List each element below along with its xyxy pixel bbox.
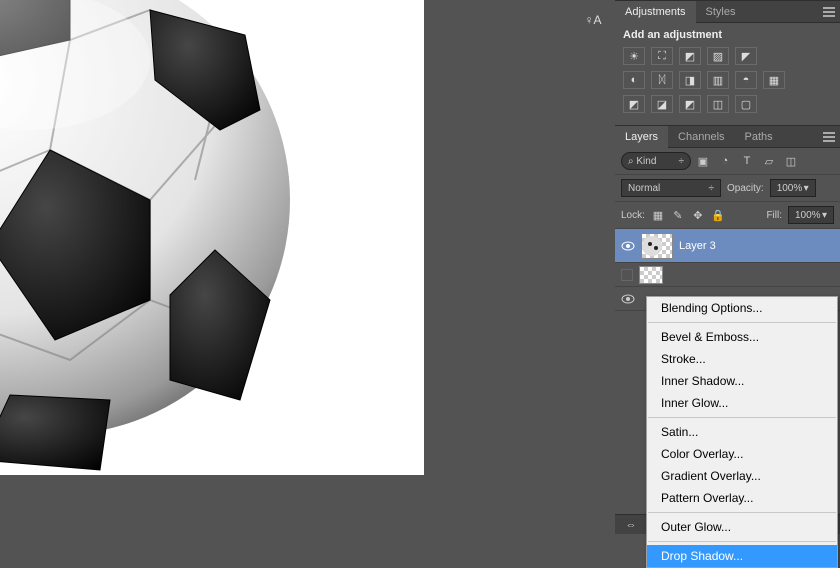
- layer-row[interactable]: [615, 263, 840, 287]
- layers-panel-menu-icon[interactable]: [818, 126, 840, 148]
- filter-shape-icon[interactable]: ▱: [761, 153, 777, 169]
- cm-inner-shadow[interactable]: Inner Shadow...: [647, 370, 837, 392]
- soccer-ball-artwork: [0, 0, 424, 475]
- lock-all-icon[interactable]: 🔒: [711, 208, 725, 222]
- document-canvas[interactable]: [0, 0, 424, 475]
- character-icon: ♀A: [584, 13, 601, 27]
- filter-pixel-icon[interactable]: ▣: [695, 153, 711, 169]
- tab-layers[interactable]: Layers: [615, 126, 668, 148]
- adj-gradient-map-icon[interactable]: ◫: [707, 95, 729, 113]
- adj-brightness-icon[interactable]: ☀: [623, 47, 645, 65]
- kind-dropdown-icon: ÷: [679, 156, 685, 167]
- cm-satin[interactable]: Satin...: [647, 421, 837, 443]
- cm-stroke[interactable]: Stroke...: [647, 348, 837, 370]
- opacity-label: Opacity:: [727, 183, 764, 194]
- adj-channel-mixer-icon[interactable]: ◓: [735, 71, 757, 89]
- tab-paths[interactable]: Paths: [735, 126, 783, 148]
- filter-adjustment-icon[interactable]: ◔: [717, 153, 733, 169]
- add-adjustment-label: Add an adjustment: [623, 29, 832, 41]
- layers-filter-row: ⌕ Kind ÷ ▣ ◔ T ▱ ◫: [615, 148, 840, 174]
- adjustments-row-1: ☀ ⛶ ◩ ▨ ◤: [623, 47, 832, 65]
- adjustments-row-2: ◐ ᛞ ◨ ▥ ◓ ▦: [623, 71, 832, 89]
- adj-hue-icon[interactable]: ◐: [623, 71, 645, 89]
- visibility-icon[interactable]: [621, 269, 633, 281]
- adj-curves-icon[interactable]: ◩: [679, 47, 701, 65]
- layer-thumbnail[interactable]: [639, 266, 663, 284]
- adj-threshold-icon[interactable]: ◩: [679, 95, 701, 113]
- cm-outer-glow[interactable]: Outer Glow...: [647, 516, 837, 538]
- layers-tabs: Layers Channels Paths: [615, 126, 840, 148]
- filter-type-icon[interactable]: T: [739, 153, 755, 169]
- lock-label: Lock:: [621, 210, 645, 221]
- adj-exposure-icon[interactable]: ▨: [707, 47, 729, 65]
- adj-bw-icon[interactable]: ◨: [679, 71, 701, 89]
- blend-dd-icon: ÷: [709, 183, 715, 194]
- separator: [648, 541, 836, 542]
- lock-transparent-icon[interactable]: ▦: [651, 208, 665, 222]
- layer-kind-icons: ▣ ◔ T ▱ ◫: [695, 153, 799, 169]
- cm-gradient-overlay[interactable]: Gradient Overlay...: [647, 465, 837, 487]
- adj-invert-icon[interactable]: ◩: [623, 95, 645, 113]
- layer-style-context-menu: Blending Options... Bevel & Emboss... St…: [646, 296, 838, 568]
- tab-adjustments[interactable]: Adjustments: [615, 1, 696, 23]
- adj-color-lookup-icon[interactable]: ▦: [763, 71, 785, 89]
- canvas-area: [0, 0, 430, 534]
- lock-position-icon[interactable]: ✥: [691, 208, 705, 222]
- fill-field[interactable]: 100%▾: [788, 206, 834, 224]
- character-panel-icon[interactable]: ♀A: [578, 0, 608, 40]
- adj-vibrance-icon[interactable]: ◤: [735, 47, 757, 65]
- chevron-down-icon: ▾: [822, 210, 827, 221]
- tab-styles[interactable]: Styles: [696, 1, 746, 23]
- chevron-down-icon: ▾: [804, 183, 809, 194]
- layers-panel: Layers Channels Paths ⌕ Kind ÷ ▣ ◔ T ▱ ◫…: [615, 125, 840, 311]
- adj-selective-color-icon[interactable]: ▢: [735, 95, 757, 113]
- opacity-value: 100%: [777, 183, 803, 194]
- cm-inner-glow[interactable]: Inner Glow...: [647, 392, 837, 414]
- layers-lock-row: Lock: ▦ ✎ ✥ 🔒 Fill: 100%▾: [615, 201, 840, 228]
- blend-mode-dropdown[interactable]: Normal ÷: [621, 179, 721, 197]
- separator: [648, 322, 836, 323]
- adjustments-body: Add an adjustment ☀ ⛶ ◩ ▨ ◤ ◐ ᛞ ◨ ▥ ◓ ▦ …: [615, 23, 840, 125]
- adjustments-panel: Adjustments Styles Add an adjustment ☀ ⛶…: [615, 0, 840, 125]
- cm-color-overlay[interactable]: Color Overlay...: [647, 443, 837, 465]
- visibility-icon[interactable]: [621, 292, 635, 306]
- layers-blend-row: Normal ÷ Opacity: 100%▾: [615, 174, 840, 201]
- link-layers-icon[interactable]: ⇔: [623, 517, 639, 533]
- fill-value: 100%: [795, 210, 821, 221]
- cm-drop-shadow[interactable]: Drop Shadow...: [647, 545, 837, 567]
- adj-photo-filter-icon[interactable]: ▥: [707, 71, 729, 89]
- adjustments-row-3: ◩ ◪ ◩ ◫ ▢: [623, 95, 832, 113]
- separator: [648, 512, 836, 513]
- layer-kind-filter[interactable]: ⌕ Kind ÷: [621, 152, 691, 170]
- adj-posterize-icon[interactable]: ◪: [651, 95, 673, 113]
- kind-label: ⌕ Kind: [628, 156, 656, 167]
- fill-label: Fill:: [766, 210, 782, 221]
- layer-row[interactable]: Layer 3: [615, 229, 840, 263]
- filter-smart-icon[interactable]: ◫: [783, 153, 799, 169]
- visibility-icon[interactable]: [621, 239, 635, 253]
- blend-mode-value: Normal: [628, 183, 660, 194]
- layer-name[interactable]: Layer 3: [679, 240, 716, 252]
- cm-pattern-overlay[interactable]: Pattern Overlay...: [647, 487, 837, 509]
- lock-pixels-icon[interactable]: ✎: [671, 208, 685, 222]
- adjustments-tabs: Adjustments Styles: [615, 1, 840, 23]
- cm-blending-options[interactable]: Blending Options...: [647, 297, 837, 319]
- layer-thumbnail[interactable]: [641, 233, 673, 259]
- separator: [648, 417, 836, 418]
- panel-menu-icon[interactable]: [818, 1, 840, 23]
- adj-balance-icon[interactable]: ᛞ: [651, 71, 673, 89]
- cm-bevel-emboss[interactable]: Bevel & Emboss...: [647, 326, 837, 348]
- opacity-field[interactable]: 100%▾: [770, 179, 816, 197]
- tab-channels[interactable]: Channels: [668, 126, 734, 148]
- adj-levels-icon[interactable]: ⛶: [651, 47, 673, 65]
